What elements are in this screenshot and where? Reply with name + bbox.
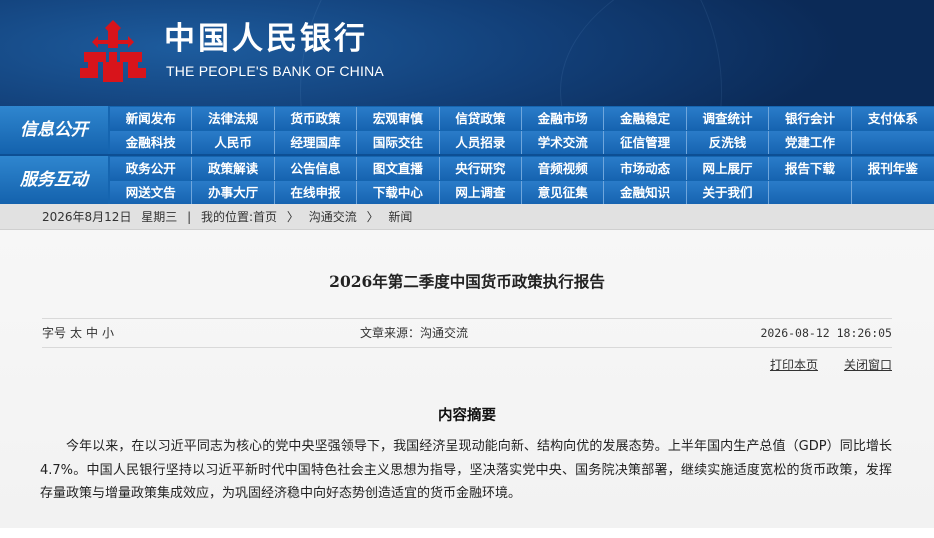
- nav-item[interactable]: 关于我们: [686, 181, 770, 204]
- nav-item-empty: [851, 181, 934, 204]
- font-size-controls: 字号太中小: [42, 319, 114, 347]
- site-title-chinese: 中国人民银行: [164, 21, 368, 57]
- nav-item[interactable]: 银行会计: [769, 107, 852, 130]
- current-weekday: 星期三: [141, 210, 178, 224]
- nav-item[interactable]: 报刊年鉴: [851, 157, 934, 180]
- nav-item[interactable]: 政策解读: [192, 157, 275, 180]
- summary-paragraph: 今年以来，在以习近平同志为核心的党中央坚强领导下，我国经济呈现动能向新、结构向优…: [40, 439, 892, 501]
- article-datetime: 2026-08-12 18:26:05: [760, 326, 892, 340]
- site-title-english: THE PEOPLE'S BANK OF CHINA: [166, 63, 384, 79]
- nav-item[interactable]: 国际交往: [357, 131, 440, 154]
- font-size-large-button[interactable]: 太: [70, 326, 82, 340]
- pboc-logo-icon: [80, 20, 146, 82]
- current-date: 2026年8月12日: [42, 210, 132, 224]
- font-size-medium-button[interactable]: 中: [86, 326, 98, 340]
- nav-item[interactable]: 经理国库: [274, 131, 358, 154]
- nav-item[interactable]: 学术交流: [522, 131, 605, 154]
- font-size-small-button[interactable]: 小: [102, 326, 114, 340]
- article-content: 2026年第二季度中国货币政策执行报告 字号太中小 文章来源：沟通交流 2026…: [0, 230, 934, 528]
- nav-item[interactable]: 金融稳定: [604, 107, 687, 130]
- nav-section-info-title: 信息公开: [0, 106, 108, 154]
- nav-item[interactable]: 支付体系: [851, 107, 934, 130]
- nav-item[interactable]: 政务公开: [110, 157, 193, 180]
- breadcrumb-separator: 〉: [286, 210, 299, 224]
- nav-item[interactable]: 网上调查: [439, 181, 523, 204]
- article-meta-bar: 字号太中小 文章来源：沟通交流 2026-08-12 18:26:05: [42, 318, 892, 348]
- nav-row: 政务公开 政策解读 公告信息 图文直播 央行研究 音频视频 市场动态 网上展厅 报告下载 报刊年鉴: [110, 157, 934, 180]
- nav-row: 新闻发布 法律法规 货币政策 宏观审慎 信贷政策 金融市场 金融稳定 调查统计 银行会计 支付体系: [110, 107, 934, 130]
- article-actions: 打印本页 关闭窗口: [744, 356, 892, 373]
- nav-item[interactable]: 央行研究: [439, 157, 523, 180]
- nav-item[interactable]: 市场动态: [604, 157, 687, 180]
- header-decoration: [560, 0, 934, 106]
- nav-item[interactable]: 货币政策: [274, 107, 358, 130]
- nav-row: 金融科技 人民币 经理国库 国际交往 人员招录 学术交流 征信管理 反洗钱 党建工作: [110, 131, 934, 154]
- nav-item[interactable]: 在线申报: [274, 181, 358, 204]
- font-size-label: 字号: [42, 326, 67, 340]
- nav-row: 网送文告 办事大厅 在线申报 下载中心 网上调查 意见征集 金融知识 关于我们: [110, 181, 934, 204]
- nav-item[interactable]: 金融市场: [522, 107, 605, 130]
- nav-item[interactable]: 网送文告: [110, 181, 193, 204]
- nav-item[interactable]: 新闻发布: [110, 107, 193, 130]
- nav-item[interactable]: 信贷政策: [439, 107, 523, 130]
- summary-heading: 内容摘要: [438, 407, 496, 424]
- nav-item[interactable]: 人民币: [192, 131, 275, 154]
- article-title: 2026年第二季度中国货币政策执行报告: [329, 272, 605, 291]
- nav-service-interaction: 服务互动 政务公开 政策解读 公告信息 图文直播 央行研究 音频视频 市场动态 网上展厅 报告下…: [0, 156, 934, 204]
- nav-item[interactable]: 网上展厅: [686, 157, 770, 180]
- nav-item[interactable]: 法律法规: [192, 107, 275, 130]
- breadcrumb-separator: 〉: [366, 210, 379, 224]
- print-page-link[interactable]: 打印本页: [770, 358, 818, 372]
- nav-item[interactable]: 下载中心: [357, 181, 440, 204]
- breadcrumb: 2026年8月12日 星期三 | 我的位置:首页 〉 沟通交流 〉 新闻: [0, 204, 934, 230]
- nav-item[interactable]: 办事大厅: [192, 181, 275, 204]
- nav-item[interactable]: 意见征集: [522, 181, 605, 204]
- close-window-link[interactable]: 关闭窗口: [844, 358, 892, 372]
- nav-section-service-title: 服务互动: [0, 156, 108, 204]
- nav-item[interactable]: 图文直播: [357, 157, 440, 180]
- nav-item[interactable]: 调查统计: [686, 107, 770, 130]
- nav-info-disclosure: 信息公开 新闻发布 法律法规 货币政策 宏观审慎 信贷政策 金融市场 金融稳定 调查统计 银行会…: [0, 106, 934, 154]
- nav-item[interactable]: 人员招录: [439, 131, 523, 154]
- breadcrumb-section-link[interactable]: 沟通交流: [309, 210, 357, 224]
- nav-item-empty: [769, 181, 852, 204]
- breadcrumb-home-link[interactable]: 首页: [253, 210, 277, 224]
- nav-item[interactable]: 音频视频: [522, 157, 605, 180]
- nav-item-empty: [851, 131, 934, 154]
- nav-item[interactable]: 金融科技: [110, 131, 193, 154]
- nav-item[interactable]: 党建工作: [769, 131, 852, 154]
- site-header: 中国人民银行 THE PEOPLE'S BANK OF CHINA: [0, 0, 934, 106]
- breadcrumb-current-page: 新闻: [388, 210, 413, 224]
- nav-item[interactable]: 宏观审慎: [357, 107, 440, 130]
- nav-item[interactable]: 金融知识: [604, 181, 687, 204]
- nav-item[interactable]: 反洗钱: [686, 131, 770, 154]
- breadcrumb-divider: |: [187, 210, 192, 224]
- nav-item[interactable]: 征信管理: [604, 131, 687, 154]
- nav-item[interactable]: 公告信息: [274, 157, 358, 180]
- nav-item[interactable]: 报告下载: [769, 157, 852, 180]
- location-label: 我的位置:: [201, 210, 254, 224]
- article-source: 文章来源：沟通交流: [360, 326, 469, 340]
